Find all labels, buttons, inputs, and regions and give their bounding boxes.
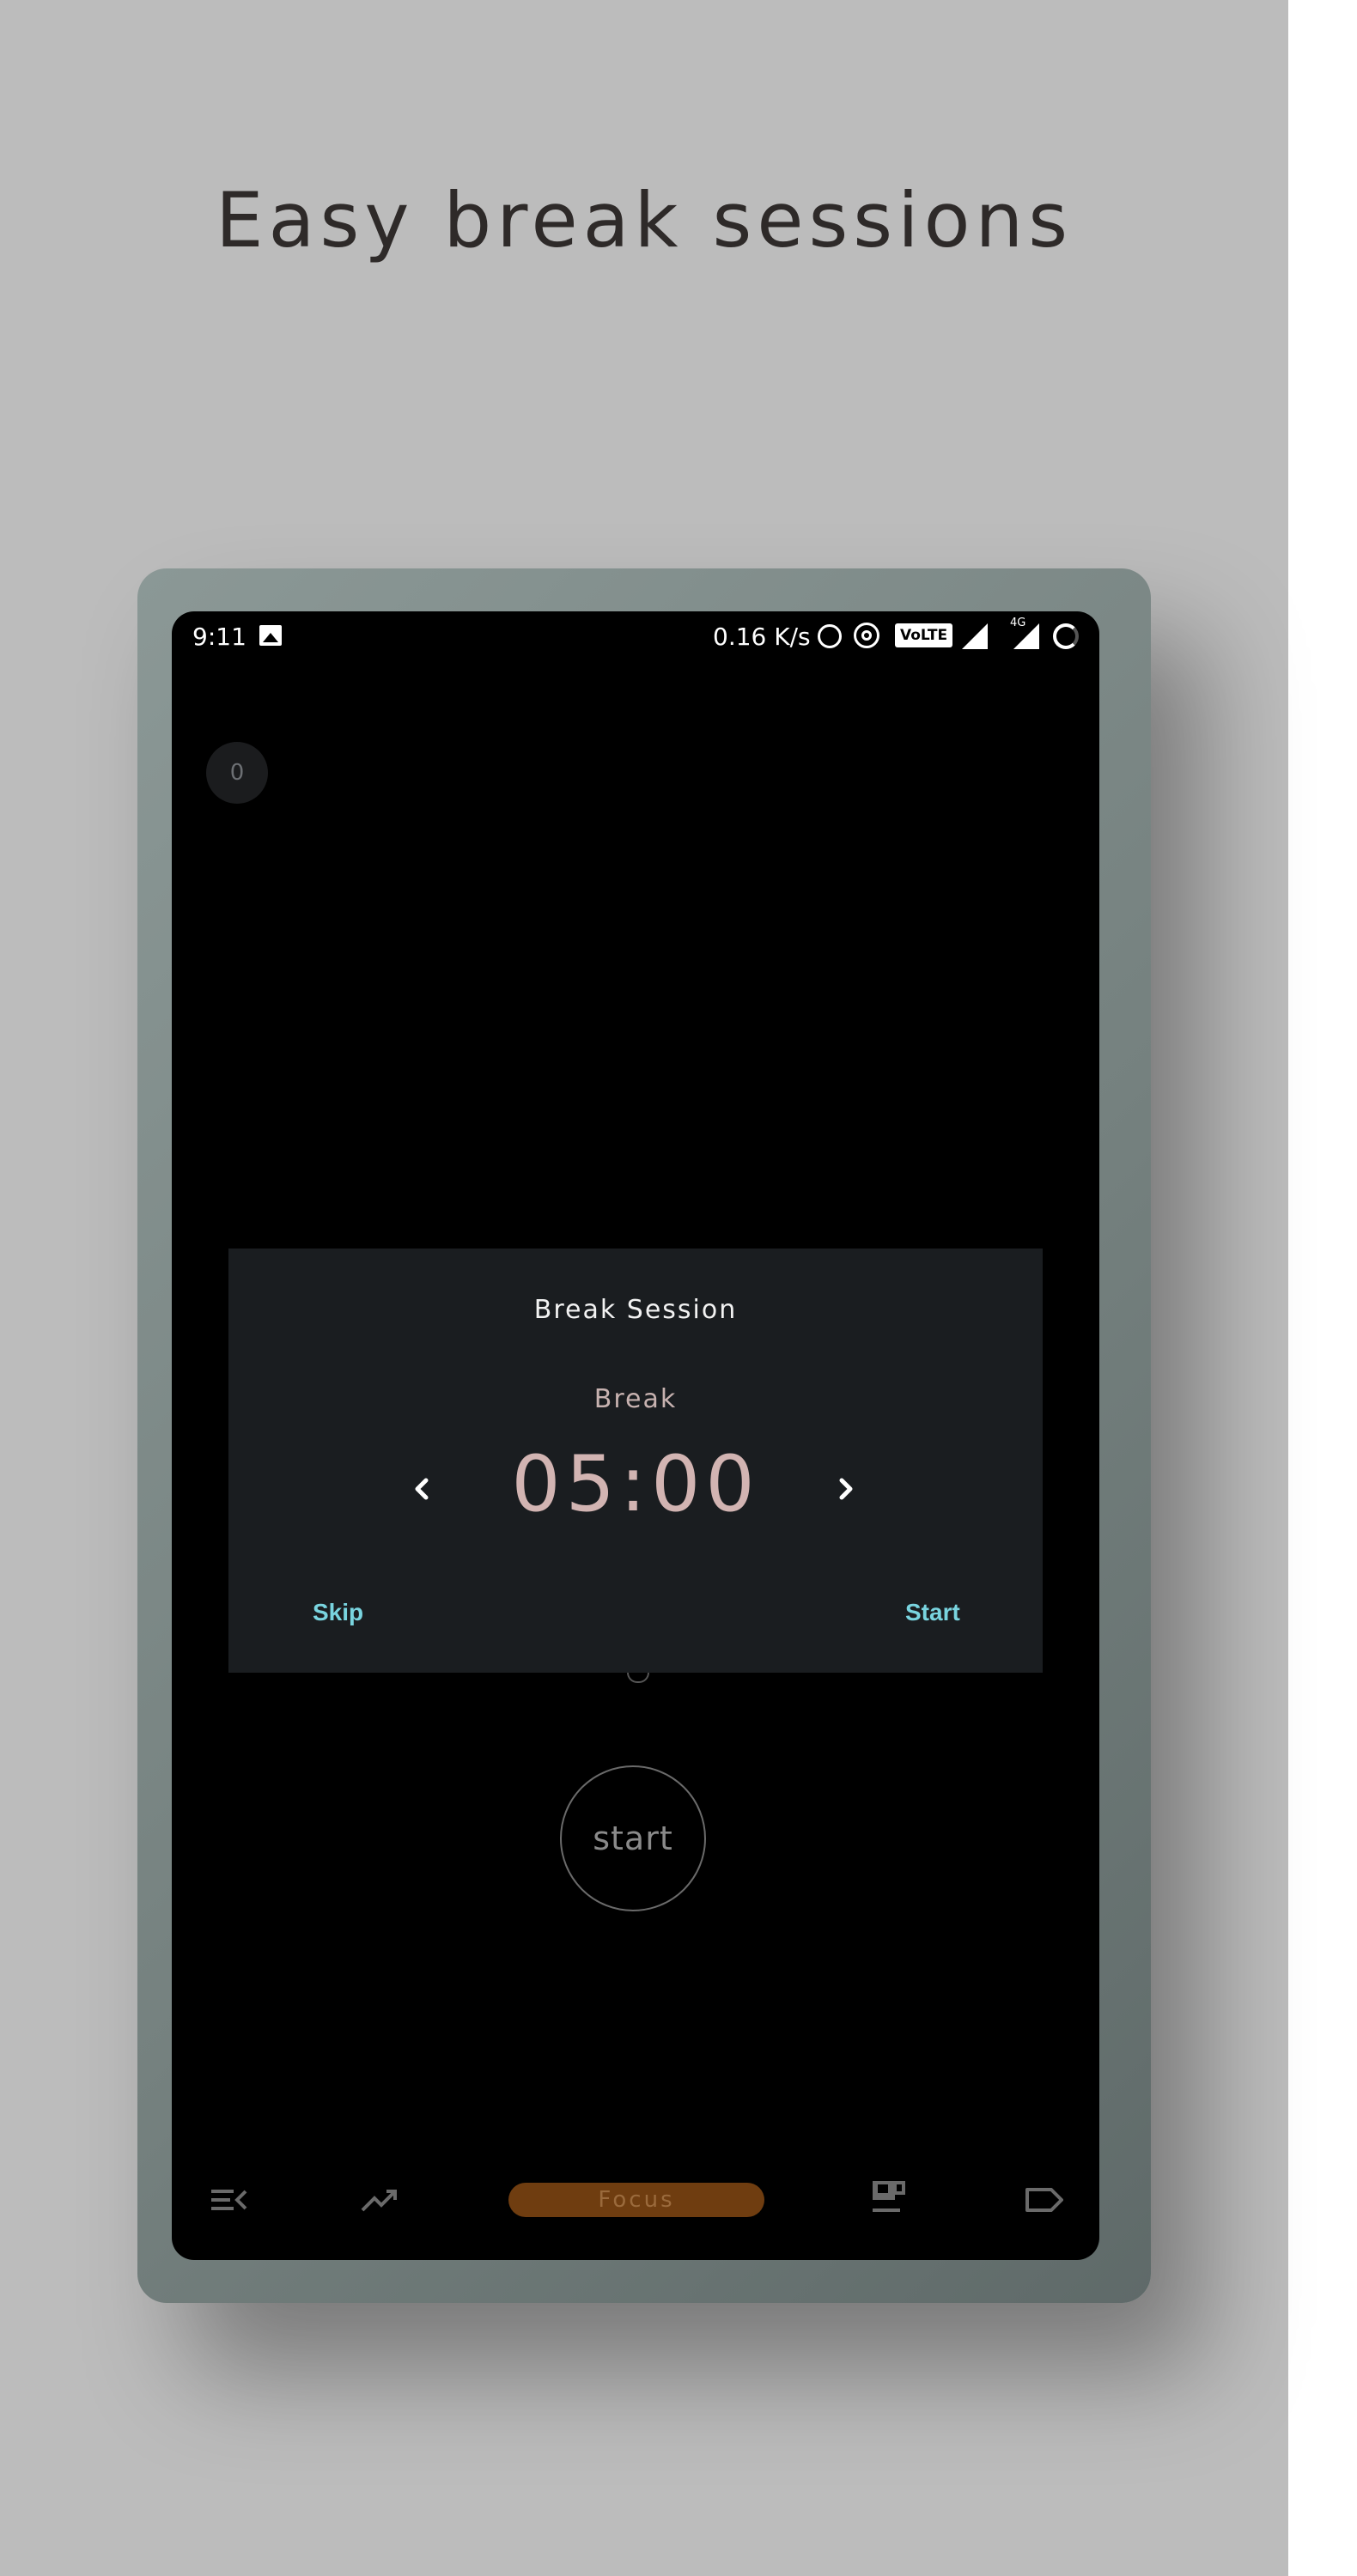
phone-screen: 9:11 0.16 K/s VoLTE 4G 0 Break Session B… — [172, 611, 1099, 2260]
network-speed: 0.16 K/s — [713, 623, 811, 651]
indicator-peek — [627, 1673, 649, 1683]
status-bar: 9:11 0.16 K/s VoLTE 4G — [172, 611, 1099, 661]
status-time: 9:11 — [192, 623, 246, 651]
session-type-label: Break — [593, 1384, 678, 1414]
bottom-navigation: Focus — [172, 2174, 1099, 2226]
alarm-icon — [818, 624, 842, 648]
break-cup-icon[interactable] — [867, 2176, 909, 2212]
session-counter-badge[interactable]: 0 — [206, 742, 268, 804]
dialog-title: Break Session — [533, 1295, 738, 1325]
cup-svg — [873, 2181, 905, 2212]
trend-svg — [361, 2190, 397, 2212]
label-icon[interactable] — [1024, 2183, 1065, 2217]
trend-icon[interactable] — [359, 2183, 400, 2217]
chevron-right-icon[interactable] — [830, 1473, 861, 1504]
break-duration-display: 05:00 — [511, 1439, 760, 1529]
volte-badge: VoLTE — [895, 623, 953, 647]
chevron-right-svg — [839, 1478, 853, 1500]
skip-button[interactable]: Skip — [313, 1599, 363, 1626]
label-svg — [1025, 2188, 1063, 2212]
focus-tab[interactable]: Focus — [508, 2183, 764, 2217]
start-timer-button[interactable]: start — [560, 1765, 706, 1911]
queue-svg — [211, 2190, 247, 2210]
signal-icon — [962, 623, 988, 649]
start-break-button[interactable]: Start — [905, 1599, 960, 1626]
signal-4g-icon — [1013, 623, 1039, 649]
queue-icon[interactable] — [208, 2183, 249, 2217]
hotspot-icon — [854, 623, 879, 648]
right-edge-strip — [1288, 0, 1357, 2576]
image-icon — [259, 625, 282, 646]
promo-headline: Easy break sessions — [215, 176, 1074, 264]
break-session-dialog: Break Session Break 05:00 Skip Start — [228, 1249, 1043, 1673]
battery-icon — [1053, 623, 1079, 649]
device-frame: 9:11 0.16 K/s VoLTE 4G 0 Break Session B… — [137, 568, 1151, 2303]
